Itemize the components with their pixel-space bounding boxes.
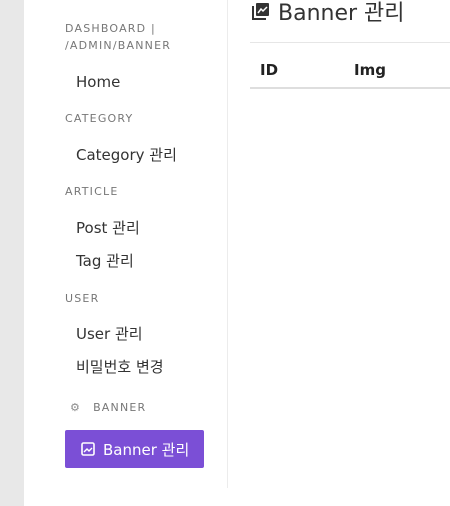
sidebar-item-banner-active[interactable]: Banner 관리: [65, 430, 204, 468]
sidebar: DASHBOARD | /ADMIN/BANNER Home CATEGORY …: [24, 0, 228, 488]
sidebar-item-tag[interactable]: Tag 관리: [76, 251, 134, 271]
breadcrumb-line-1: DASHBOARD |: [65, 22, 156, 35]
section-header-article: ARTICLE: [65, 185, 119, 198]
breadcrumb-line-2: /ADMIN/BANNER: [65, 39, 172, 52]
section-header-category: CATEGORY: [65, 112, 134, 125]
table-header: ID Img: [250, 57, 450, 89]
column-header-id[interactable]: ID: [260, 61, 278, 79]
image-icon: [252, 0, 270, 28]
sidebar-item-post[interactable]: Post 관리: [76, 218, 140, 238]
section-header-banner-label: BANNER: [93, 401, 147, 414]
page-title: Banner 관리: [252, 0, 405, 28]
sidebar-item-home[interactable]: Home: [76, 72, 120, 92]
sidebar-item-password[interactable]: 비밀번호 변경: [76, 357, 164, 377]
sidebar-item-banner-label: Banner 관리: [103, 440, 190, 459]
app-window: DASHBOARD | /ADMIN/BANNER Home CATEGORY …: [24, 0, 450, 506]
section-header-banner: ⚙ BANNER: [70, 400, 146, 416]
sidebar-item-category[interactable]: Category 관리: [76, 145, 177, 165]
gear-icon: ⚙: [70, 401, 82, 414]
title-divider: [250, 42, 450, 43]
main-content: Banner 관리 ID Img: [250, 0, 450, 506]
image-icon: [81, 442, 95, 456]
column-header-img[interactable]: Img: [354, 61, 386, 79]
breadcrumb: DASHBOARD | /ADMIN/BANNER: [65, 20, 171, 54]
section-header-user: USER: [65, 292, 100, 305]
page-title-text: Banner 관리: [278, 1, 405, 26]
sidebar-item-user[interactable]: User 관리: [76, 324, 143, 344]
